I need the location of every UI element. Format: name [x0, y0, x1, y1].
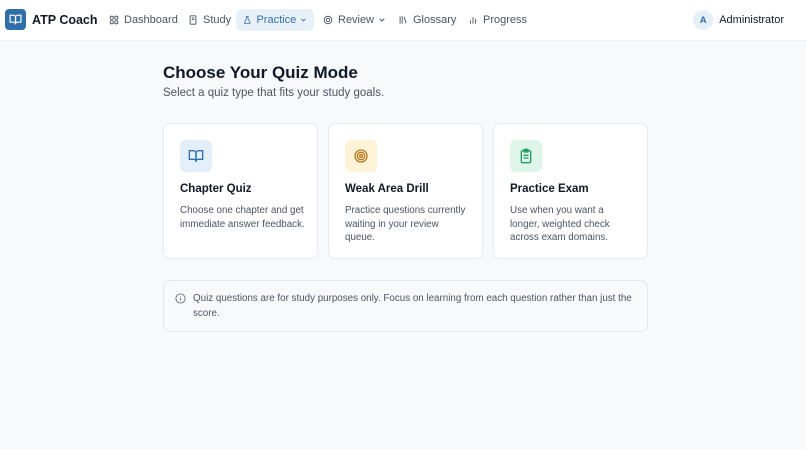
library-icon [399, 16, 407, 24]
nav-glossary-label: Glossary [413, 14, 457, 26]
nav-study[interactable]: Study [181, 9, 238, 31]
avatar: A [693, 10, 714, 30]
nav-progress-label: Progress [483, 14, 528, 26]
nav-dashboard-label: Dashboard [124, 14, 178, 26]
nav-study-label: Study [203, 14, 232, 26]
nav-practice-label: Practice [256, 14, 297, 26]
nav-practice[interactable]: Practice [236, 9, 314, 31]
card-description: Use when you want a longer, weighted che… [510, 205, 610, 243]
nav-review[interactable]: Review [316, 9, 393, 31]
nav-dashboard[interactable]: Dashboard [102, 9, 185, 31]
bar-chart-icon [470, 17, 476, 24]
page-subtitle: Select a quiz type that fits your study … [163, 87, 385, 99]
target-review-icon [323, 15, 333, 25]
info-icon [175, 293, 186, 304]
brand-link[interactable]: ATP Coach [5, 9, 98, 30]
user-name: Administrator [719, 14, 784, 26]
info-notice: Quiz questions are for study purposes on… [163, 280, 648, 332]
quiz-mode-card-practice-exam[interactable]: Practice Exam Use when you want a longer… [493, 123, 648, 259]
app-name: ATP Coach [32, 12, 98, 27]
book-logo-icon [5, 9, 26, 30]
card-title: Practice Exam [510, 183, 589, 195]
card-title: Weak Area Drill [345, 183, 429, 195]
top-navigation-bar: ATP Coach Dashboard Study Practice Revie… [0, 0, 806, 41]
card-description: Practice questions currently waiting in … [345, 205, 466, 243]
nav-glossary[interactable]: Glossary [391, 9, 463, 31]
chevron-down-icon [379, 18, 385, 22]
nav-review-label: Review [338, 14, 375, 26]
book-open-icon [180, 140, 212, 172]
user-menu[interactable]: A Administrator [693, 10, 784, 30]
nav-progress[interactable]: Progress [461, 9, 534, 31]
notebook-icon [189, 15, 197, 25]
dashboard-grid-icon [109, 15, 119, 25]
clipboard-list-icon [510, 140, 542, 172]
card-title: Chapter Quiz [180, 183, 252, 195]
card-description: Choose one chapter and get immediate ans… [180, 205, 305, 230]
notice-text: Quiz questions are for study purposes on… [193, 293, 632, 319]
quiz-mode-card-weak-area-drill[interactable]: Weak Area Drill Practice questions curre… [328, 123, 483, 259]
quiz-mode-card-chapter-quiz[interactable]: Chapter Quiz Choose one chapter and get … [163, 123, 318, 259]
page-title: Choose Your Quiz Mode [163, 63, 358, 82]
flask-icon [243, 16, 251, 24]
target-icon [345, 140, 377, 172]
chevron-down-icon [301, 18, 306, 22]
